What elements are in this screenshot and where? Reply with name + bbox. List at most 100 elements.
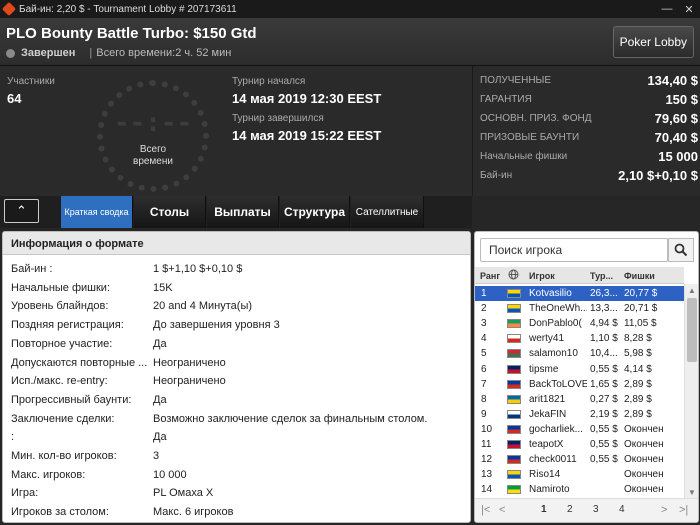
player-chips: Окончен <box>624 423 664 435</box>
format-row: Прогрессивный баунти: Да <box>3 391 470 409</box>
country-flag-icon <box>507 440 521 449</box>
player-rank: 4 <box>481 333 487 345</box>
next-page-icon[interactable]: > <box>661 504 667 516</box>
player-row[interactable]: 9 JekaFIN 2,19 $ 2,89 $ <box>475 407 684 422</box>
country-flag-icon <box>507 364 521 374</box>
format-row: Начальные фишки: 15K <box>3 279 470 297</box>
header-player[interactable]: Игрок <box>529 271 555 281</box>
player-chips: 2,89 $ <box>624 393 652 405</box>
player-row[interactable]: 6 tipsme 0,55 $ 4,14 $ <box>475 362 684 377</box>
stat-value: 2,10 $+0,10 $ <box>618 167 698 183</box>
player-row[interactable]: 12 check0011 0,55 $ Окончен <box>475 452 684 467</box>
player-row[interactable]: 2 TheOneWh... 13,3... 20,71 $ <box>475 301 684 316</box>
globe-icon[interactable] <box>508 269 519 282</box>
player-row[interactable]: 4 werty41 1,10 $ 8,28 $ <box>475 331 684 346</box>
stat-row: ГАРАНТИЯ 150 $ <box>480 90 698 108</box>
format-value: Неограничено <box>153 356 226 369</box>
collapse-icon[interactable]: ⌃ <box>4 199 39 223</box>
page-3[interactable]: 3 <box>593 504 599 515</box>
scroll-down-icon[interactable]: ▼ <box>685 486 698 498</box>
first-page-icon[interactable]: |< <box>481 504 490 516</box>
country-flag-icon <box>507 455 521 465</box>
format-row: : Да <box>3 428 470 446</box>
stat-key: Начальные фишки <box>480 150 568 162</box>
player-row[interactable]: 8 arit1821 0,27 $ 2,89 $ <box>475 392 684 407</box>
player-chips: 8,28 $ <box>624 333 652 345</box>
format-value: До завершения уровня 3 <box>153 319 280 332</box>
stat-value: 79,60 $ <box>654 110 698 126</box>
scroll-up-icon[interactable]: ▲ <box>685 284 698 296</box>
header-rank[interactable]: Ранг <box>480 271 500 281</box>
player-name: JekaFIN <box>529 408 567 420</box>
player-name: DonPablo0( <box>529 318 582 330</box>
format-value: Неограничено <box>153 375 226 388</box>
player-rank: 9 <box>481 408 487 420</box>
country-flag-icon <box>507 289 521 298</box>
page-2[interactable]: 2 <box>567 504 573 515</box>
tab-tables[interactable]: Столы <box>134 196 206 228</box>
status-dot-icon <box>6 48 15 58</box>
page-1[interactable]: 1 <box>541 504 547 515</box>
tab-satellites[interactable]: Сателлитные <box>351 196 424 228</box>
stat-key: Бай-ин <box>480 169 513 181</box>
player-row[interactable]: 7 BackToLOVE 1,65 $ 2,89 $ <box>475 377 684 392</box>
format-row: Бай-ин : 1 $+1,10 $+0,10 $ <box>3 260 470 278</box>
country-flag-icon <box>507 319 521 329</box>
player-name: arit1821 <box>529 393 566 405</box>
search-icon[interactable] <box>668 238 694 262</box>
player-row[interactable]: 14 Namiroto Окончен <box>475 482 684 497</box>
format-info-panel: Информация о формате Бай-ин : 1 $+1,10 $+… <box>2 231 471 523</box>
total-time: Всего времени:2 ч. 52 мин <box>96 47 232 59</box>
player-name: BackToLOVE <box>529 378 587 390</box>
format-key: Игра: <box>11 487 39 500</box>
player-row[interactable]: 10 gocharliek... 0,55 $ Окончен <box>475 422 684 437</box>
player-bounty: 0,55 $ <box>590 439 618 450</box>
format-key: Игроков за столом: <box>11 506 109 519</box>
player-row[interactable]: 3 DonPablo0(4,94 $ 11,05 $ <box>475 316 684 331</box>
format-key: Поздняя регистрация: <box>11 319 124 332</box>
format-value: 10 000 <box>153 468 187 481</box>
format-key: Заключение сделки: <box>11 412 115 425</box>
close-button[interactable]: ✕ <box>678 0 700 18</box>
clock-label-line2: времени <box>133 156 173 167</box>
format-value: 20 and 4 Минута(ы) <box>153 300 253 313</box>
player-bounty: 26,3... <box>590 288 618 299</box>
format-row: Мин. кол-во игроков: 3 <box>3 447 470 465</box>
clock-label: Всего времени <box>103 144 203 168</box>
player-chips: 2,89 $ <box>624 378 652 390</box>
poker-lobby-button[interactable]: Poker Lobby <box>612 26 694 58</box>
player-chips: 11,05 $ <box>624 318 657 330</box>
player-rank: 3 <box>481 318 487 330</box>
tab-summary[interactable]: Краткая сводка <box>61 196 133 228</box>
player-search-input[interactable]: Поиск игрока <box>480 238 668 262</box>
prev-page-icon[interactable]: < <box>499 504 505 516</box>
tab-structure[interactable]: Структура <box>280 196 350 228</box>
player-row[interactable]: 11 teapotX 0,55 $ Окончен <box>475 437 684 452</box>
tab-payouts[interactable]: Выплаты <box>207 196 279 228</box>
header-chips[interactable]: Фишки <box>624 271 655 281</box>
player-row[interactable]: 1 Kotvasilio 26,3... 20,77 $ <box>475 286 684 301</box>
window-titlebar: Бай-ин: 2,20 $ - Tournament Lobby # 2071… <box>0 0 700 18</box>
page-4[interactable]: 4 <box>619 504 625 515</box>
clock-label-line1: Всего <box>139 144 167 155</box>
player-rank: 2 <box>481 303 487 315</box>
minimize-button[interactable]: — <box>656 0 678 18</box>
player-chips: Окончен <box>624 439 664 450</box>
player-bounty: 0,55 $ <box>590 363 618 375</box>
scroll-thumb[interactable] <box>687 298 697 362</box>
country-flag-icon <box>507 334 521 344</box>
player-row[interactable]: 13 Riso14 Окончен <box>475 467 684 482</box>
stat-row: ОСНОВН. ПРИЗ. ФОНД 79,60 $ <box>480 109 698 127</box>
country-flag-icon <box>507 485 521 495</box>
format-key: Исп./макс. re-entry: <box>11 375 108 388</box>
player-rank: 14 <box>481 484 493 496</box>
format-row: Заключение сделки: Возможно заключение сд… <box>3 410 470 428</box>
player-row[interactable]: 5 salamon10 10,4... 5,98 $ <box>475 346 684 361</box>
header-bounty[interactable]: Тур... <box>590 271 613 281</box>
last-page-icon[interactable]: >| <box>679 504 688 516</box>
tournament-title: PLO Bounty Battle Turbo: $150 Gtd <box>6 25 257 42</box>
players-scrollbar[interactable]: ▲ ▼ <box>684 284 698 498</box>
format-value: Да <box>153 337 167 350</box>
tournament-header: PLO Bounty Battle Turbo: $150 Gtd Заверш… <box>0 18 700 66</box>
format-value: Макс. 6 игроков <box>153 506 234 519</box>
